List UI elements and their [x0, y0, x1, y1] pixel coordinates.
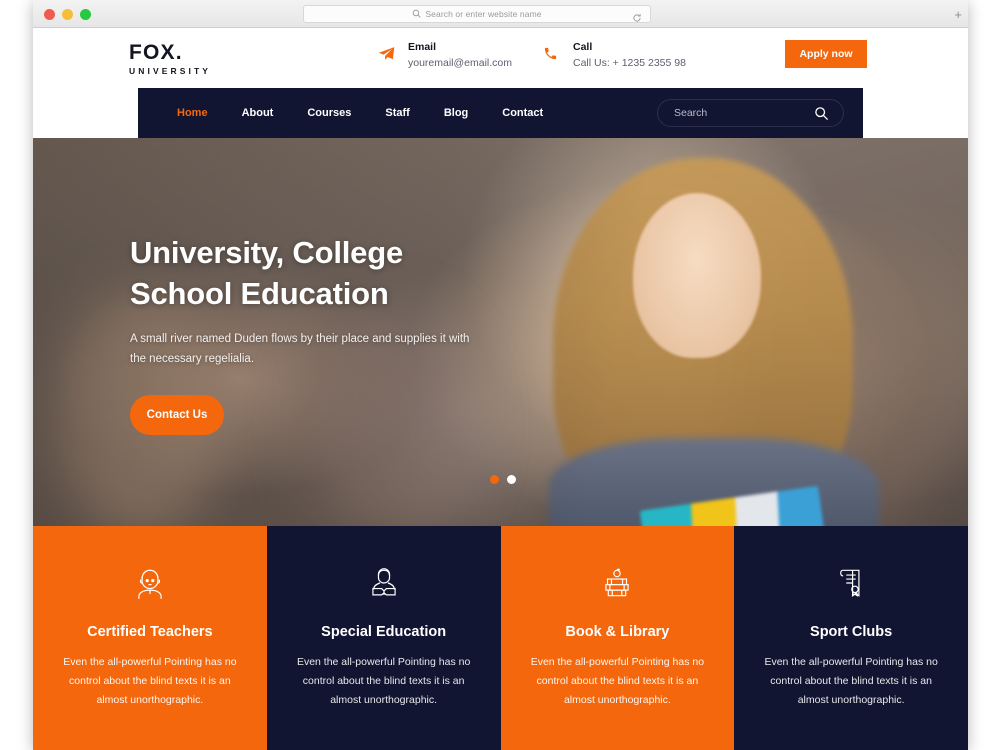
hero-title-line2: School Education: [130, 276, 389, 311]
logo-main-text: FOX.: [129, 41, 183, 64]
feature-card-sport-clubs[interactable]: Sport Clubs Even the all-powerful Pointi…: [734, 526, 968, 750]
browser-chrome: Search or enter website name +: [33, 0, 968, 28]
contact-call-label: Call: [573, 41, 593, 53]
main-nav: Home About Courses Staff Blog Contact Se…: [138, 88, 863, 138]
contact-us-button[interactable]: Contact Us: [130, 395, 224, 435]
contact-call-value: Call Us: + 1235 2355 98: [573, 57, 686, 69]
feature-title: Certified Teachers: [87, 624, 213, 640]
contact-email-label: Email: [408, 41, 437, 53]
feature-cards: Certified Teachers Even the all-powerful…: [33, 526, 968, 750]
feature-description: Even the all-powerful Pointing has no co…: [63, 656, 237, 706]
hero-content: University, College School Education A s…: [130, 232, 530, 435]
hero-subtitle: A small river named Duden flows by their…: [130, 333, 470, 365]
nav-search-box[interactable]: Search: [657, 99, 844, 127]
hero-title-line1: University, College: [130, 235, 403, 270]
slider-dots: [490, 475, 516, 484]
phone-icon: [543, 40, 561, 66]
close-window-button[interactable]: [44, 9, 55, 20]
teacher-avatar-icon: [59, 556, 241, 610]
page-viewport: FOX. UNIVERSITY Email youremail@email.co…: [33, 28, 968, 750]
hero-section: University, College School Education A s…: [33, 138, 968, 526]
slider-dot-2[interactable]: [507, 475, 516, 484]
new-tab-button[interactable]: +: [954, 8, 962, 21]
maximize-window-button[interactable]: [80, 9, 91, 20]
feature-title: Special Education: [321, 624, 447, 640]
feature-card-special-education[interactable]: Special Education Even the all-powerful …: [266, 526, 501, 750]
certificate-icon: [760, 556, 942, 610]
nav-search-placeholder: Search: [674, 107, 708, 119]
nav-item-contact[interactable]: Contact: [485, 107, 560, 119]
feature-title: Book & Library: [565, 624, 670, 640]
student-reading-icon: [293, 556, 475, 610]
nav-item-about[interactable]: About: [225, 107, 291, 119]
nav-item-courses[interactable]: Courses: [290, 107, 368, 119]
site-logo[interactable]: FOX. UNIVERSITY: [129, 42, 211, 77]
contact-call[interactable]: Call Call Us: + 1235 2355 98: [543, 40, 686, 72]
address-bar[interactable]: Search or enter website name: [303, 5, 651, 23]
hero-title: University, College School Education: [130, 232, 530, 314]
minimize-window-button[interactable]: [62, 9, 73, 20]
feature-description: Even the all-powerful Pointing has no co…: [530, 656, 705, 706]
traffic-lights: [44, 9, 91, 20]
nav-item-home[interactable]: Home: [160, 107, 225, 119]
feature-description: Even the all-powerful Pointing has no co…: [296, 656, 471, 706]
browser-window: Search or enter website name + FOX. UNIV…: [33, 0, 968, 750]
feature-title: Sport Clubs: [810, 624, 893, 640]
nav-item-staff[interactable]: Staff: [368, 107, 426, 119]
reload-icon[interactable]: [632, 10, 642, 28]
feature-description: Even the all-powerful Pointing has no co…: [764, 656, 938, 706]
contact-email-value: youremail@email.com: [408, 57, 513, 69]
address-bar-placeholder: Search or enter website name: [425, 9, 542, 19]
paper-plane-icon: [378, 40, 396, 66]
feature-card-book-library[interactable]: Book & Library Even the all-powerful Poi…: [500, 526, 735, 750]
apply-now-button[interactable]: Apply now: [785, 40, 867, 68]
books-apple-icon: [527, 556, 709, 610]
logo-sub-text: UNIVERSITY: [129, 66, 212, 76]
nav-links: Home About Courses Staff Blog Contact: [160, 107, 560, 119]
feature-card-certified-teachers[interactable]: Certified Teachers Even the all-powerful…: [33, 526, 267, 750]
search-icon[interactable]: [814, 106, 829, 126]
contact-email[interactable]: Email youremail@email.com: [378, 40, 512, 72]
nav-item-blog[interactable]: Blog: [427, 107, 485, 119]
search-icon: [412, 5, 422, 23]
slider-dot-1[interactable]: [490, 475, 499, 484]
